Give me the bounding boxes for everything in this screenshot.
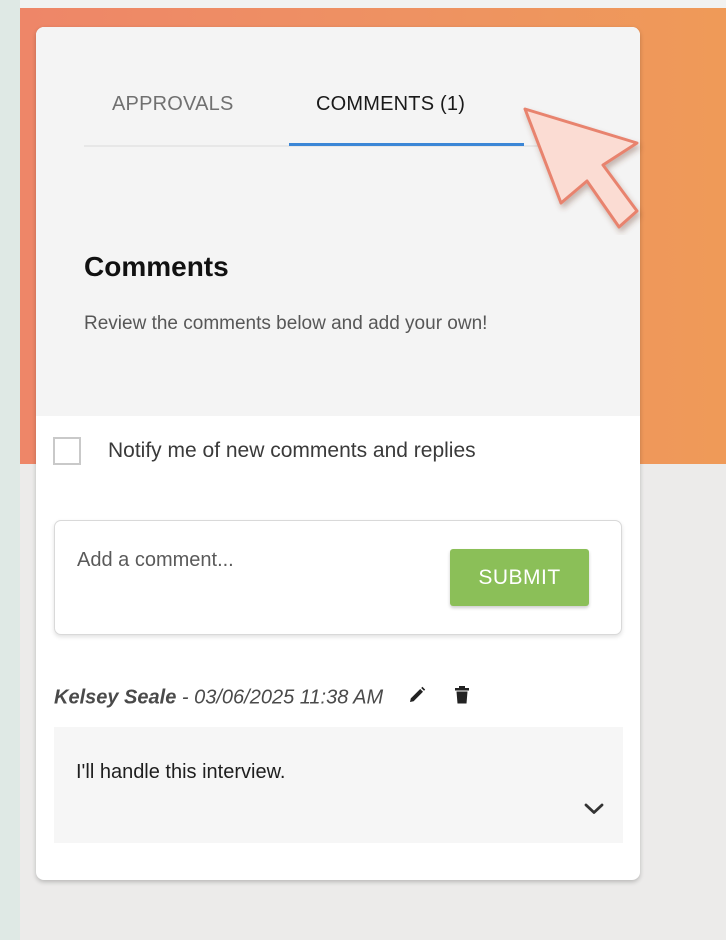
cursor-arrow-icon (515, 95, 650, 235)
section-title: Comments (84, 251, 229, 282)
section-description: Review the comments below and add your o… (84, 313, 488, 334)
active-tab-indicator (289, 143, 524, 146)
comment-meta: Kelsey Seale - 03/06/2025 11:38 AM (54, 685, 614, 715)
comment-text: I'll handle this interview. (76, 761, 286, 783)
comment-separator: - (176, 686, 195, 709)
comment-author: Kelsey Seale (54, 686, 177, 709)
top-edge (20, 0, 726, 8)
comment-item: I'll handle this interview. (54, 727, 623, 843)
comment-timestamp: 03/06/2025 11:38 AM (194, 686, 384, 709)
notify-label: Notify me of new comments and replies (108, 439, 476, 462)
trash-icon[interactable] (454, 685, 470, 711)
left-edge-strip (0, 0, 20, 940)
notify-checkbox[interactable] (53, 437, 81, 465)
tab-approvals[interactable]: APPROVALS (112, 93, 233, 116)
notify-option: Notify me of new comments and replies (53, 435, 613, 471)
submit-button[interactable]: SUBMIT (450, 549, 589, 606)
tab-comments[interactable]: COMMENTS (1) (316, 93, 465, 116)
comment-composer: SUBMIT (54, 520, 622, 635)
pencil-icon[interactable] (407, 685, 427, 711)
chevron-down-icon[interactable] (582, 800, 606, 818)
comment-input[interactable] (77, 549, 427, 572)
tab-bar: APPROVALS COMMENTS (1) (84, 83, 540, 147)
